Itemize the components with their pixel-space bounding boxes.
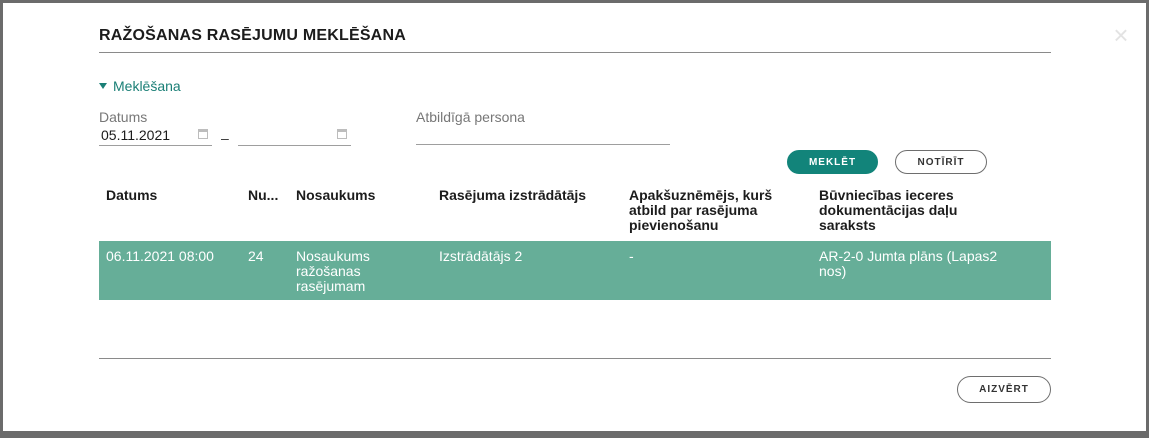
column-header-subcontractor[interactable]: Apakšuznēmējs, kurš atbild par rasējuma … <box>629 188 789 233</box>
close-icon[interactable]: × <box>1109 22 1133 48</box>
title-divider <box>99 52 1051 53</box>
date-from-field[interactable]: 05.11.2021 <box>99 125 212 146</box>
search-button[interactable]: MEKLĒT <box>787 150 878 174</box>
date-from-value: 05.11.2021 <box>101 127 171 143</box>
column-header-documentation[interactable]: Būvniecības ieceres dokumentācijas daļu … <box>819 188 979 233</box>
close-button[interactable]: AIZVĒRT <box>957 376 1051 403</box>
caret-down-icon <box>99 83 107 89</box>
search-dialog: × RAŽOŠANAS RASĒJUMU MEKLĒŠANA Meklēšana… <box>3 3 1146 431</box>
table-row[interactable]: 06.11.2021 08:00 24 Nosaukums ražošanas … <box>99 241 1051 300</box>
cell-subcontractor: - <box>629 248 634 264</box>
responsible-person-label: Atbildīgā persona <box>416 109 525 125</box>
date-label: Datums <box>99 109 148 125</box>
date-to-field[interactable] <box>238 125 351 146</box>
cell-developer: Izstrādātājs 2 <box>439 248 523 264</box>
search-section-toggle[interactable]: Meklēšana <box>99 78 181 94</box>
column-header-developer[interactable]: Rasējuma izstrādātājs <box>439 188 586 203</box>
cell-documentation: AR-2-0 Jumta plāns (Lapas2 nos) <box>819 248 998 279</box>
dialog-title: RAŽOŠANAS RASĒJUMU MEKLĒŠANA <box>99 27 406 44</box>
clear-button[interactable]: NOTĪRĪT <box>895 150 987 174</box>
column-header-number[interactable]: Nu... <box>248 188 278 203</box>
column-header-date[interactable]: Datums <box>106 188 157 203</box>
cell-number: 24 <box>248 248 264 264</box>
search-section-label: Meklēšana <box>113 78 181 94</box>
cell-name: Nosaukums ražošanas rasējumam <box>296 248 370 294</box>
calendar-icon[interactable] <box>337 129 347 139</box>
calendar-icon[interactable] <box>198 129 208 139</box>
responsible-person-input[interactable] <box>416 127 670 145</box>
date-range-separator: – <box>221 130 229 146</box>
cell-date: 06.11.2021 08:00 <box>106 248 214 264</box>
column-header-name[interactable]: Nosaukums <box>296 188 375 203</box>
footer-divider <box>99 358 1051 359</box>
